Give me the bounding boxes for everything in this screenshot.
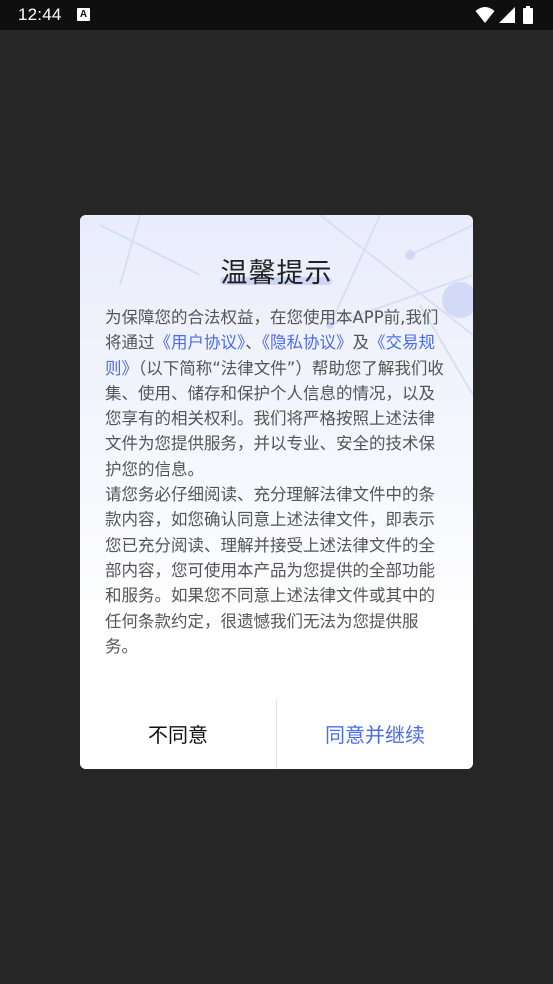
dialog-body: 为保障您的合法权益，在您使用本APP前,我们将通过《用户协议》、《隐私协议》及《… <box>105 305 450 659</box>
paragraph-terms: 请您务必仔细阅读、充分理解法律文件中的条款内容，如您确认同意上述法律文件，即表示… <box>105 485 435 656</box>
privacy-dialog: 温馨提示 为保障您的合法权益，在您使用本APP前,我们将通过《用户协议》、《隐私… <box>80 215 473 769</box>
user-agreement-link[interactable]: 《用户协议》 <box>155 333 246 352</box>
separator-text: 、 <box>245 333 262 353</box>
intro-text-continued: （以下简称“法律文件”）帮助您了解我们收集、使用、储存和保护个人信息的情况，以及… <box>105 358 444 479</box>
accept-button[interactable]: 同意并继续 <box>277 699 473 769</box>
battery-icon <box>523 6 533 24</box>
decline-button[interactable]: 不同意 <box>80 699 276 769</box>
status-bar: 12:44 A <box>0 0 553 30</box>
paragraph-intro: 为保障您的合法权益，在您使用本APP前,我们将通过《用户协议》、《隐私协议》及《… <box>105 305 450 482</box>
notification-icon: A <box>77 8 90 21</box>
status-time: 12:44 <box>18 5 62 24</box>
privacy-agreement-link[interactable]: 《隐私协议》 <box>262 333 353 352</box>
separator-text: 及 <box>352 333 370 353</box>
dialog-title: 温馨提示 <box>220 258 333 289</box>
signal-icon <box>499 7 515 23</box>
wifi-icon <box>475 7 495 23</box>
dialog-button-row: 不同意 同意并继续 <box>80 699 473 769</box>
